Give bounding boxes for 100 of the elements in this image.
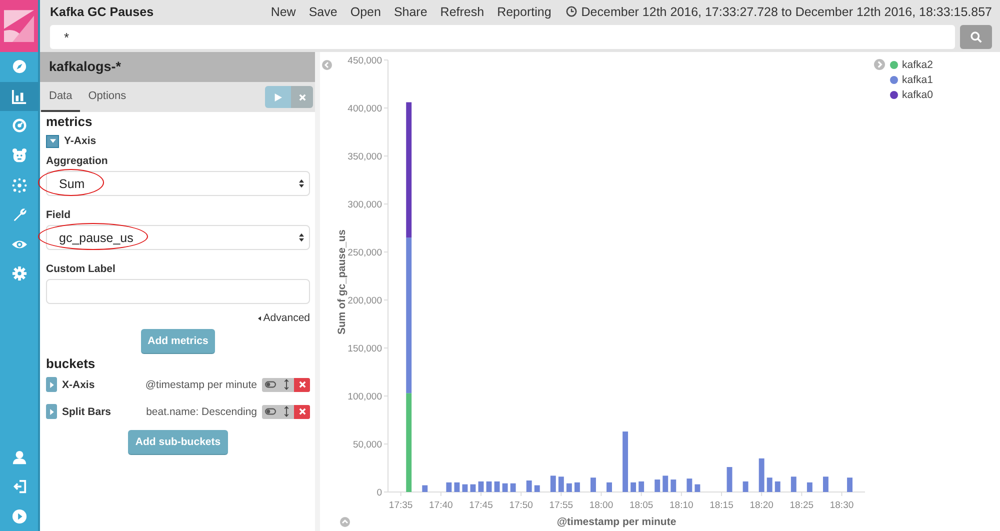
bar [502, 483, 508, 492]
x-tick-label: 18:00 [589, 500, 614, 511]
close-icon [298, 381, 306, 388]
toggle-icon [264, 408, 276, 415]
bar [654, 480, 660, 492]
expand-button[interactable] [46, 377, 57, 392]
bar [694, 484, 700, 492]
advanced-link[interactable]: Advanced [258, 312, 310, 324]
y-axis-title: Sum of gc_pause_us [336, 229, 348, 335]
gauge-icon [12, 118, 26, 134]
bar [462, 484, 468, 492]
expand-button[interactable] [46, 404, 57, 419]
search-button[interactable] [960, 25, 992, 49]
x-tick-label: 18:15 [710, 500, 734, 511]
close-icon [298, 94, 306, 100]
bar [806, 482, 812, 492]
remove-button[interactable] [294, 404, 310, 418]
menu-item[interactable]: Open [350, 4, 381, 18]
x-tick-label: 18:20 [750, 500, 774, 511]
y-tick-label: 0 [376, 488, 382, 498]
custom-label-field[interactable] [46, 279, 310, 304]
user-icon [12, 450, 26, 465]
bar [622, 432, 628, 492]
menu-item[interactable]: Save [308, 4, 338, 18]
play-icon [12, 508, 26, 524]
legend-label: kafka0 [902, 89, 933, 101]
bucket-description: beat.name: Descending [146, 406, 257, 418]
collapse-button[interactable] [46, 134, 59, 148]
collapse-up-icon[interactable] [340, 517, 350, 527]
tab[interactable]: Options [80, 82, 134, 112]
bear-face-icon [12, 148, 26, 164]
field-label: Aggregation [46, 155, 109, 167]
menu-item[interactable]: Refresh [440, 4, 484, 18]
legend-item[interactable]: kafka2 [890, 59, 933, 71]
x-tick-label: 17:45 [469, 500, 493, 511]
metric-label: Y-Axis [64, 135, 96, 147]
search-icon [970, 31, 982, 43]
bar [790, 476, 796, 492]
x-tick-label: 18:10 [670, 500, 694, 511]
bar [847, 478, 852, 492]
bar [454, 482, 460, 492]
x-axis-title: @timestamp per minute [556, 516, 676, 528]
settings-icon [12, 266, 26, 282]
logo[interactable] [4, 9, 34, 43]
toggle-icon [264, 381, 276, 388]
menu-item[interactable]: Share [394, 4, 428, 18]
bar [606, 482, 612, 492]
legend-item[interactable]: kafka1 [890, 74, 933, 86]
search-field[interactable]: * [50, 25, 955, 49]
x-tick-label: 17:40 [429, 500, 453, 511]
collapse-left-icon[interactable] [322, 60, 332, 70]
updown-icon [299, 233, 304, 242]
updown-icon [299, 179, 304, 188]
y-tick-label: 100,000 [348, 392, 382, 402]
wrench-icon [12, 207, 26, 222]
bar [574, 482, 580, 492]
section-heading: buckets [46, 356, 96, 371]
y-tick-label: 400,000 [348, 104, 382, 114]
aggregation-select[interactable]: Sum [46, 171, 310, 196]
bar [558, 476, 564, 492]
remove-button[interactable] [294, 378, 310, 392]
section-heading: metrics [46, 114, 94, 129]
bar [742, 481, 748, 492]
bar [510, 483, 516, 492]
bar [478, 481, 484, 492]
tab[interactable]: Data [41, 82, 80, 112]
x-tick-label: 18:25 [790, 500, 814, 511]
bar [550, 476, 556, 492]
legend-label: kafka1 [902, 74, 933, 86]
nav-item[interactable] [0, 82, 38, 112]
y-tick-label: 350,000 [348, 152, 382, 162]
clock-icon [566, 6, 578, 17]
bar [630, 482, 636, 492]
x-tick-label: 17:55 [549, 500, 574, 511]
bar [774, 481, 780, 492]
y-tick-label: 200,000 [348, 296, 382, 306]
discard-button[interactable] [291, 86, 313, 108]
menu-item[interactable]: Reporting [497, 4, 552, 18]
apply-button[interactable] [265, 86, 291, 108]
x-tick-label: 17:50 [509, 500, 533, 511]
bar [526, 480, 532, 492]
bar [446, 482, 452, 492]
y-tick-label: 300,000 [348, 200, 382, 210]
network-icon [12, 178, 26, 193]
vertical-arrows-icon [284, 406, 288, 417]
bar [566, 483, 572, 492]
menu-item[interactable]: New [270, 4, 296, 18]
y-tick-label: 250,000 [348, 248, 382, 258]
vertical-arrows-icon [284, 379, 288, 390]
legend-item[interactable]: kafka0 [890, 89, 933, 101]
field-select[interactable]: gc_pause_us [46, 225, 310, 250]
field-label: Custom Label [46, 263, 116, 275]
legend-toggle-icon[interactable] [874, 59, 885, 70]
bucket-label: Split Bars [62, 406, 112, 418]
bar [686, 478, 692, 492]
caret-icon [50, 408, 54, 414]
bar [470, 484, 476, 492]
bar [726, 467, 732, 492]
x-tick-label: 18:05 [629, 500, 654, 511]
play-icon [274, 92, 282, 102]
